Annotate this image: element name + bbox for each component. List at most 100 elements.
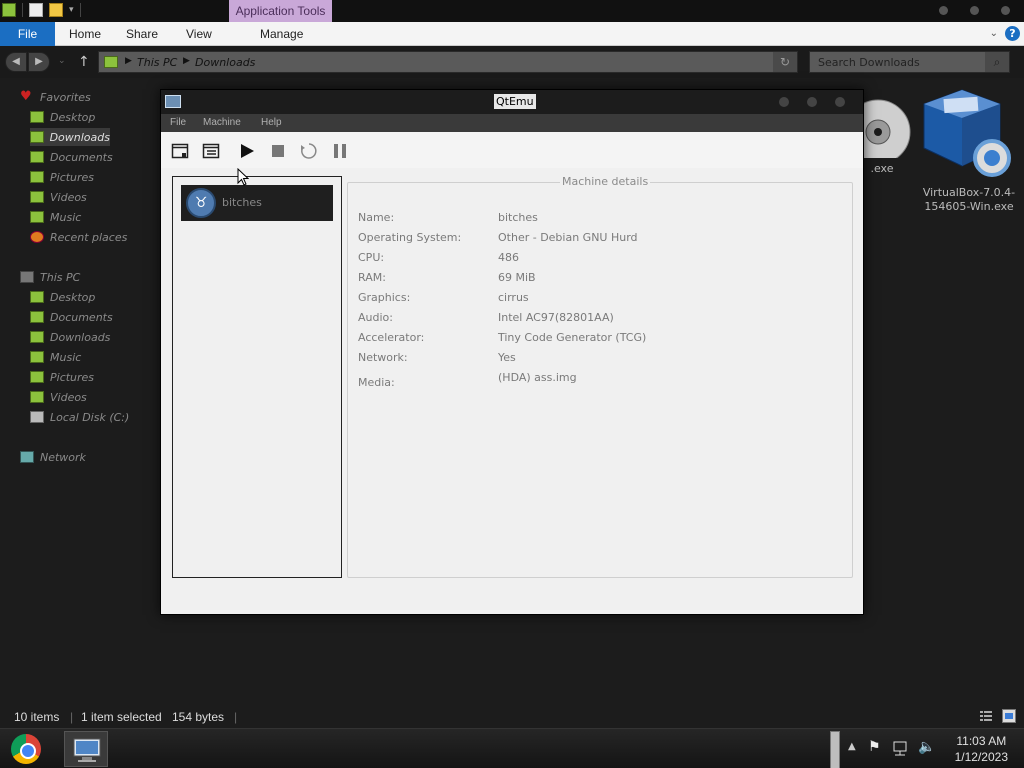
- desktop-icon: [30, 111, 44, 123]
- close-button[interactable]: [835, 97, 845, 107]
- pictures-icon: [30, 171, 44, 183]
- nav-this-pc[interactable]: This PC: [20, 268, 80, 286]
- up-arrow-icon[interactable]: ↑: [78, 54, 90, 70]
- chevron-down-icon[interactable]: ▾: [69, 5, 74, 15]
- detail-value-media: (HDA) ass.img: [498, 371, 577, 384]
- explorer-app-icon: [2, 3, 16, 17]
- ribbon-tabs: File Home Share View Manage ⌄ ?: [0, 22, 1024, 46]
- machine-settings-icon[interactable]: [202, 142, 220, 160]
- nav-pc-downloads[interactable]: Downloads: [30, 328, 110, 346]
- nav-pc-desktop[interactable]: Desktop: [30, 288, 95, 306]
- nav-fav-documents[interactable]: Documents: [30, 148, 113, 166]
- nav-pc-music[interactable]: Music: [30, 348, 81, 366]
- pause-machine-icon[interactable]: [331, 142, 349, 160]
- tray-overflow-icon[interactable]: ▲: [848, 741, 856, 752]
- detail-label-network: Network:: [358, 351, 408, 364]
- new-machine-icon[interactable]: [171, 142, 189, 160]
- new-folder-icon[interactable]: [49, 3, 63, 17]
- menu-file[interactable]: File: [170, 117, 186, 128]
- virtualbox-icon: [923, 89, 1011, 177]
- desktop-file-disc[interactable]: .exe: [845, 88, 912, 178]
- nav-fav-pictures[interactable]: Pictures: [30, 168, 94, 186]
- nav-label: Local Disk (C:): [50, 410, 130, 424]
- nav-fav-downloads[interactable]: Downloads: [30, 128, 110, 146]
- tab-manage[interactable]: Manage: [260, 22, 303, 46]
- nav-label: Favorites: [40, 90, 91, 104]
- address-row: ◀ ▶ ⌄ ↑ ▶ This PC ▶ Downloads ↻ Search D…: [0, 46, 1024, 78]
- help-icon[interactable]: ?: [1005, 26, 1020, 41]
- explorer-statusbar: 10 items | 1 item selected 154 bytes |: [0, 706, 1024, 728]
- close-button[interactable]: [1001, 6, 1010, 15]
- taskbar-chrome[interactable]: [4, 731, 48, 767]
- desktop-icon: [30, 291, 44, 303]
- detail-value-graphics: cirrus: [498, 291, 529, 304]
- nav-label: Videos: [50, 190, 87, 204]
- start-machine-icon[interactable]: [238, 142, 256, 160]
- maximize-button[interactable]: [807, 97, 817, 107]
- expand-ribbon-icon[interactable]: ⌄: [990, 28, 998, 39]
- nav-favorites[interactable]: ♥ Favorites: [20, 88, 91, 106]
- machine-list: ♉ bitches: [172, 176, 342, 578]
- properties-icon[interactable]: [29, 3, 43, 17]
- explorer-titlebar: ▾ Application Tools: [0, 0, 1024, 22]
- show-more-handle[interactable]: [830, 731, 840, 768]
- breadcrumb-this-pc[interactable]: This PC: [137, 56, 177, 69]
- details-view-icon[interactable]: [979, 709, 993, 723]
- taskbar-clock[interactable]: 11:03 AM 1/12/2023: [955, 733, 1008, 765]
- nav-fav-recent[interactable]: Recent places: [30, 228, 127, 246]
- stop-machine-icon[interactable]: [269, 142, 287, 160]
- refresh-icon[interactable]: ↻: [773, 52, 797, 72]
- breadcrumb-downloads[interactable]: Downloads: [195, 56, 255, 69]
- chevron-right-icon: ▶: [183, 56, 190, 66]
- nav-network[interactable]: Network: [20, 448, 86, 466]
- nav-label: Downloads: [49, 130, 110, 144]
- clock-time: 11:03 AM: [956, 734, 1007, 748]
- search-input[interactable]: Search Downloads ⌕: [809, 51, 1010, 73]
- videos-icon: [30, 191, 44, 203]
- minimize-button[interactable]: [939, 6, 948, 15]
- recent-locations-icon[interactable]: ⌄: [58, 56, 66, 66]
- maximize-button[interactable]: [970, 6, 979, 15]
- desktop-file-virtualbox[interactable]: VirtualBox-7.0.4- 154605-Win.exe: [920, 86, 1018, 216]
- tab-share[interactable]: Share: [126, 22, 158, 46]
- action-center-flag-icon[interactable]: ⚑: [868, 739, 881, 755]
- nav-pc-documents[interactable]: Documents: [30, 308, 113, 326]
- qtemu-title: QtEmu: [494, 94, 536, 109]
- nav-fav-music[interactable]: Music: [30, 208, 81, 226]
- status-size: 154 bytes: [172, 710, 225, 724]
- tab-home[interactable]: Home: [69, 22, 101, 46]
- machine-list-item[interactable]: ♉ bitches: [181, 185, 333, 221]
- network-tray-icon[interactable]: [892, 741, 908, 757]
- nav-fav-videos[interactable]: Videos: [30, 188, 87, 206]
- menu-help[interactable]: Help: [261, 117, 282, 128]
- qtemu-titlebar[interactable]: QtEmu: [161, 90, 863, 114]
- music-icon: [30, 211, 44, 223]
- minimize-button[interactable]: [779, 97, 789, 107]
- chrome-icon: [11, 734, 41, 764]
- nav-pc-local-disk[interactable]: Local Disk (C:): [30, 408, 129, 426]
- taskbar-qtemu[interactable]: [64, 731, 108, 767]
- tab-file[interactable]: File: [0, 22, 55, 46]
- search-icon[interactable]: ⌕: [985, 52, 1009, 72]
- back-button[interactable]: ◀: [5, 52, 27, 72]
- explorer-window-controls: [939, 6, 1010, 15]
- computer-icon: [20, 271, 34, 283]
- reset-machine-icon[interactable]: [300, 142, 318, 160]
- detail-value-ram: 69 MiB: [498, 271, 536, 284]
- detail-value-accelerator: Tiny Code Generator (TCG): [498, 331, 647, 344]
- large-icons-view-icon[interactable]: [1002, 709, 1016, 723]
- nav-pc-pictures[interactable]: Pictures: [30, 368, 94, 386]
- clock-date: 1/12/2023: [954, 750, 1008, 764]
- tab-view[interactable]: View: [186, 22, 212, 46]
- volume-icon[interactable]: 🔈: [918, 739, 935, 755]
- chevron-right-icon: ▶: [125, 56, 132, 66]
- address-bar[interactable]: ▶ This PC ▶ Downloads ↻: [98, 51, 798, 73]
- nav-pc-videos[interactable]: Videos: [30, 388, 87, 406]
- nav-fav-desktop[interactable]: Desktop: [30, 108, 95, 126]
- nav-label: Desktop: [50, 110, 96, 124]
- disc-icon: [845, 99, 911, 165]
- machine-details-title: Machine details: [560, 175, 651, 188]
- detail-label-cpu: CPU:: [358, 251, 385, 264]
- menu-machine[interactable]: Machine: [203, 117, 241, 128]
- forward-button[interactable]: ▶: [28, 52, 50, 72]
